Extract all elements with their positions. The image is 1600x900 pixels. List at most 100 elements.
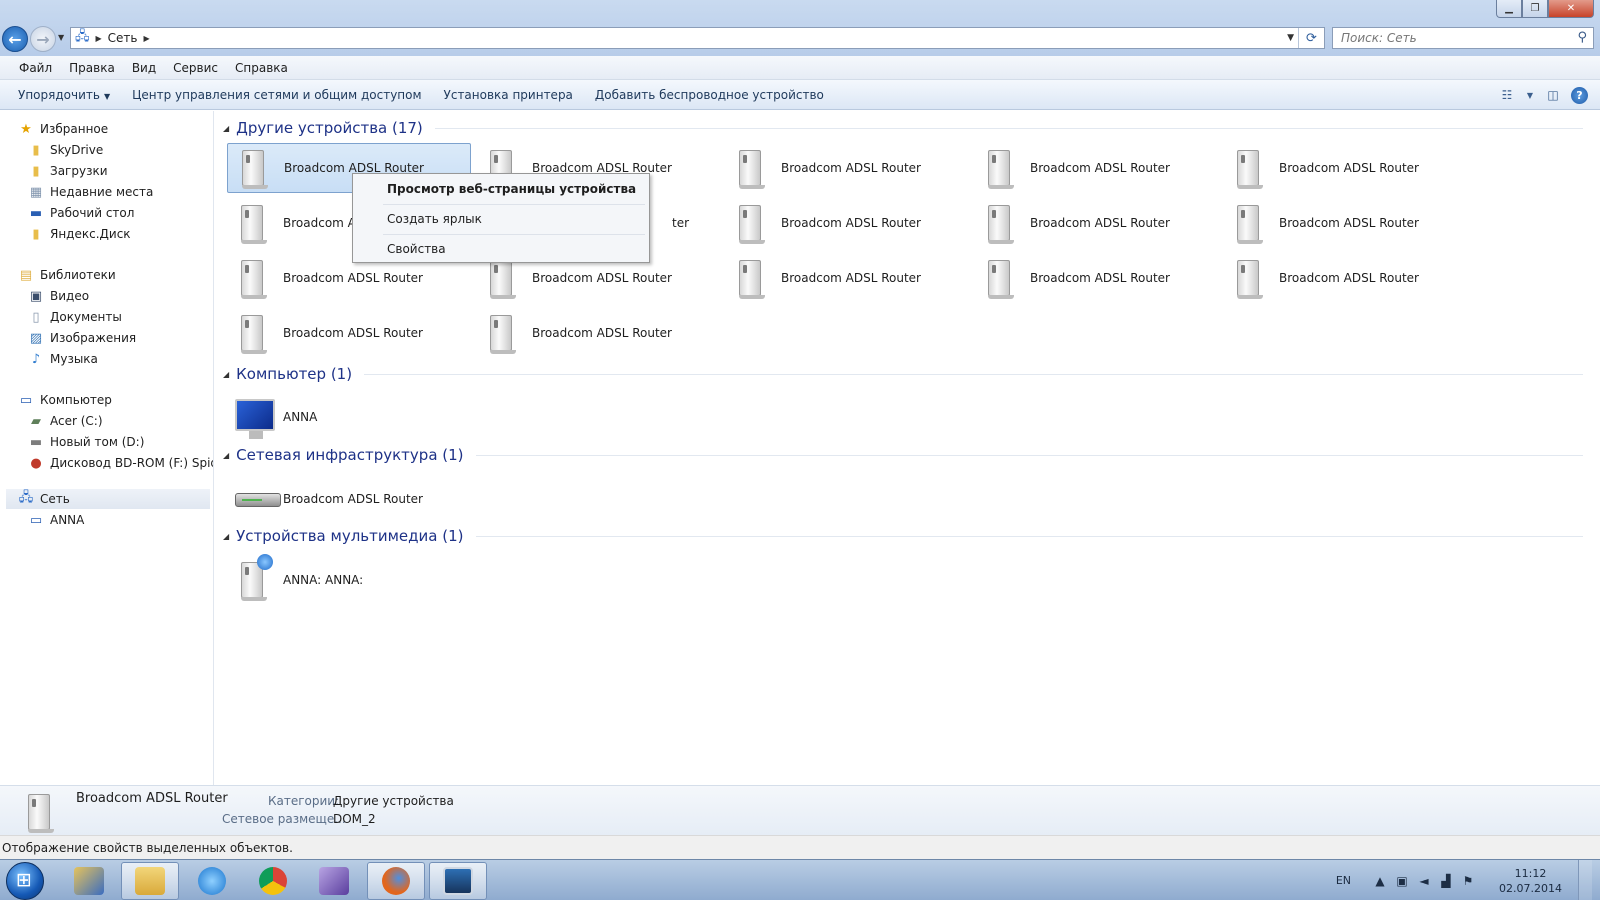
menu-edit[interactable]: Правка (58, 61, 121, 75)
computer-item-anna[interactable]: ANNA (227, 392, 471, 442)
recent-pages-dropdown[interactable]: ▼ (58, 33, 64, 42)
volume-icon[interactable]: ◄ (1417, 874, 1431, 888)
collapse-icon[interactable]: ◢ (223, 370, 229, 379)
taskbar-app-firefox[interactable] (367, 862, 425, 900)
close-button[interactable]: ✕ (1548, 0, 1594, 18)
device-item[interactable]: Broadcom ADSL Router (1223, 198, 1467, 248)
group-divider (434, 127, 1583, 129)
menu-help[interactable]: Справка (224, 61, 294, 75)
device-item[interactable]: Broadcom ADSL Router (476, 308, 720, 358)
menu-item-create-shortcut[interactable]: Создать ярлык (355, 206, 647, 232)
group-header-network-infrastructure[interactable]: ◢ Сетевая инфраструктура (1) (223, 444, 1583, 466)
device-item[interactable]: Broadcom ADSL Router (725, 253, 969, 303)
sidebar-computer[interactable]: ▭ Компьютер (18, 390, 112, 410)
language-indicator[interactable]: EN (1336, 874, 1351, 887)
taskbar-app-explorer[interactable] (121, 862, 179, 900)
folder-icon: ▮ (32, 142, 40, 158)
router-tower-icon (733, 203, 767, 244)
help-icon[interactable]: ? (1571, 86, 1588, 104)
device-item[interactable]: Broadcom ADSL Router (725, 143, 969, 193)
group-header-other-devices[interactable]: ◢ Другие устройства (17) (223, 117, 1583, 139)
address-bar[interactable]: 🖧 ▶ Сеть ▶ ▼ ⟳ (70, 27, 1325, 49)
sidebar-network[interactable]: 🖧 Сеть (6, 489, 210, 509)
music-library-icon: ♪ (31, 351, 41, 367)
show-hidden-icons-icon[interactable]: ▲ (1373, 874, 1387, 888)
device-item[interactable]: Broadcom ADSL Router (974, 253, 1218, 303)
sidebar-item-recent-places[interactable]: ▦ Недавние места (28, 182, 154, 202)
menu-item-view-device-webpage[interactable]: Просмотр веб-страницы устройства (355, 176, 647, 202)
start-button[interactable] (6, 862, 44, 900)
forward-button[interactable]: → (30, 26, 56, 52)
details-location-label: Сетевое размеще... (222, 812, 346, 826)
sidebar-favorites[interactable]: ★ Избранное (18, 119, 108, 139)
sidebar-item-pictures[interactable]: ▨ Изображения (28, 328, 136, 348)
minimize-button[interactable]: ▁ (1496, 0, 1522, 18)
sidebar-item-skydrive[interactable]: ▮ SkyDrive (28, 140, 103, 160)
device-item[interactable]: Broadcom ADSL Router (974, 143, 1218, 193)
breadcrumb-arrow-icon[interactable]: ▶ (143, 34, 149, 43)
device-item[interactable]: Broadcom ADSL Router (1223, 143, 1467, 193)
device-item[interactable]: Broadcom ADSL Router (974, 198, 1218, 248)
sidebar-item-music[interactable]: ♪ Музыка (28, 349, 98, 369)
network-center-button[interactable]: Центр управления сетями и общим доступом (124, 88, 435, 102)
sidebar-libraries[interactable]: ▤ Библиотеки (18, 265, 116, 285)
collapse-icon[interactable]: ◢ (223, 124, 229, 133)
organize-button[interactable]: Упорядочить ▼ (10, 88, 124, 102)
taskbar-app-chrome[interactable] (244, 862, 302, 900)
network-tray-icon[interactable]: ▣ (1395, 874, 1409, 888)
taskbar-app-visual-studio[interactable] (305, 862, 363, 900)
maximize-button[interactable]: ❐ (1522, 0, 1548, 18)
action-center-flag-icon[interactable]: ⚑ (1461, 874, 1475, 888)
group-header-multimedia[interactable]: ◢ Устройства мультимедиа (1) (223, 525, 1583, 547)
hard-drive-icon: ▬ (29, 434, 43, 450)
collapse-icon[interactable]: ◢ (223, 532, 229, 541)
back-button[interactable]: ← (2, 26, 28, 52)
add-wireless-device-button[interactable]: Добавить беспроводное устройство (587, 88, 838, 102)
preview-pane-icon[interactable]: ◫ (1543, 85, 1563, 105)
show-desktop-button[interactable] (1578, 860, 1592, 900)
sidebar-item-drive-c[interactable]: ▰ Acer (C:) (28, 411, 103, 431)
command-bar: Упорядочить ▼ Центр управления сетями и о… (0, 80, 1600, 110)
group-divider (475, 454, 1583, 456)
device-item[interactable]: Broadcom ADSL Router (227, 308, 471, 358)
device-item[interactable]: Broadcom ADSL Router (725, 198, 969, 248)
sidebar-item-anna[interactable]: ▭ ANNA (28, 510, 85, 530)
router-tower-icon (1231, 203, 1265, 244)
breadcrumb-arrow-icon[interactable]: ▶ (96, 34, 102, 43)
star-icon: ★ (20, 121, 32, 137)
address-history-dropdown-icon[interactable]: ▼ (1287, 33, 1294, 43)
sidebar-item-yandex-disk[interactable]: ▮ Яндекс.Диск (28, 224, 130, 244)
router-tower-icon (1231, 148, 1265, 189)
breadcrumb-network[interactable]: Сеть (108, 31, 138, 45)
menu-tools[interactable]: Сервис (162, 61, 224, 75)
sidebar-item-drive-f[interactable]: ●Дисковод BD-ROM (F:) Spider- (28, 453, 213, 473)
menu-file[interactable]: Файл (8, 61, 58, 75)
add-printer-button[interactable]: Установка принтера (436, 88, 587, 102)
sidebar-item-desktop[interactable]: ▬ Рабочий стол (28, 203, 135, 223)
sidebar-item-documents[interactable]: ▯ Документы (28, 307, 121, 327)
search-input[interactable]: Поиск: Сеть ⚲ (1332, 27, 1594, 49)
multimedia-item-anna[interactable]: ANNA: ANNA: (227, 554, 471, 605)
search-icon[interactable]: ⚲ (1577, 30, 1587, 45)
taskbar-app-tool[interactable] (60, 862, 118, 900)
refresh-button[interactable]: ⟳ (1298, 28, 1324, 48)
bd-rom-drive-icon: ● (30, 455, 42, 471)
taskbar-app-ie[interactable] (183, 862, 241, 900)
menu-separator (383, 234, 645, 235)
sidebar-item-drive-d[interactable]: ▬ Новый том (D:) (28, 432, 145, 452)
menu-view[interactable]: Вид (121, 61, 162, 75)
router-tower-icon (982, 258, 1016, 299)
signal-icon[interactable]: ▟ (1439, 874, 1453, 888)
device-item[interactable]: Broadcom ADSL Router (1223, 253, 1467, 303)
clock[interactable]: 11:12 02.07.2014 (1499, 866, 1562, 896)
collapse-icon[interactable]: ◢ (223, 451, 229, 460)
sidebar-item-downloads[interactable]: ▮ Загрузки (28, 161, 107, 181)
sidebar-item-video[interactable]: ▣ Видео (28, 286, 89, 306)
router-tower-icon (733, 148, 767, 189)
taskbar-app-window[interactable] (429, 862, 487, 900)
menu-item-properties[interactable]: Свойства (355, 236, 647, 262)
view-options-dropdown-icon[interactable]: ▼ (1525, 85, 1535, 105)
group-header-computer[interactable]: ◢ Компьютер (1) (223, 363, 1583, 385)
change-view-icon[interactable]: ☷ (1497, 85, 1517, 105)
infrastructure-item-router[interactable]: Broadcom ADSL Router (227, 474, 471, 524)
